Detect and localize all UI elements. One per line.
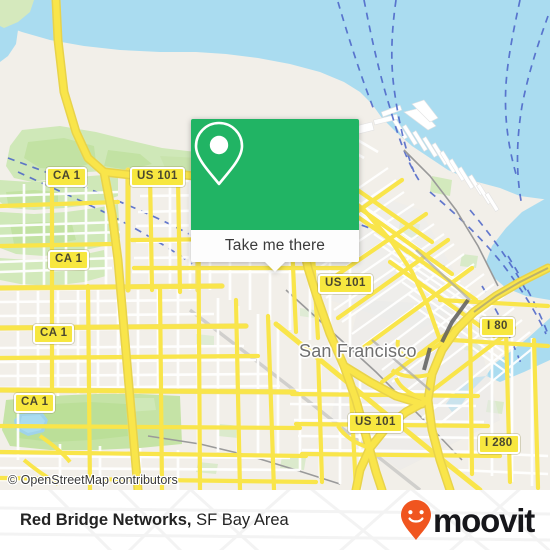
shield-us-101-mission: US 101	[348, 413, 403, 433]
location-pin-icon	[194, 121, 244, 186]
shield-us-101-downtown: US 101	[318, 274, 373, 294]
popup-action-area[interactable]: Take me there	[191, 230, 359, 272]
moovit-smiling-pin-icon	[401, 500, 432, 540]
place-name-primary: Red Bridge Networks,	[20, 510, 192, 529]
shield-ca-1-sunset: CA 1	[33, 324, 75, 344]
map-screenshot: San Francisco CA 1 US 101 CA 1 CA 1 US 1…	[0, 0, 550, 550]
place-name-secondary: SF Bay Area	[196, 510, 289, 529]
take-me-there-label: Take me there	[224, 237, 326, 254]
map-attribution[interactable]: © OpenStreetMap contributors	[8, 473, 178, 487]
moovit-logo[interactable]: moovit	[400, 499, 535, 541]
place-name: Red Bridge Networks, SF Bay Area	[20, 511, 289, 530]
footer-bar: Red Bridge Networks, SF Bay Area moovit	[0, 490, 550, 550]
shield-ca-1-presidio: CA 1	[46, 167, 88, 187]
shield-us-101-north: US 101	[130, 167, 185, 187]
popup-image-area	[191, 119, 359, 230]
shield-ca-1-park: CA 1	[14, 393, 56, 413]
location-popup-card[interactable]: Take me there	[191, 119, 359, 272]
shield-ca-1-richmond: CA 1	[48, 250, 90, 270]
shield-i-80: I 80	[480, 317, 515, 337]
shield-i-280: I 280	[478, 434, 520, 454]
map-canvas[interactable]: San Francisco CA 1 US 101 CA 1 CA 1 US 1…	[0, 0, 550, 490]
moovit-wordmark: moovit	[433, 501, 535, 539]
popup-pointer-tail	[264, 261, 286, 272]
